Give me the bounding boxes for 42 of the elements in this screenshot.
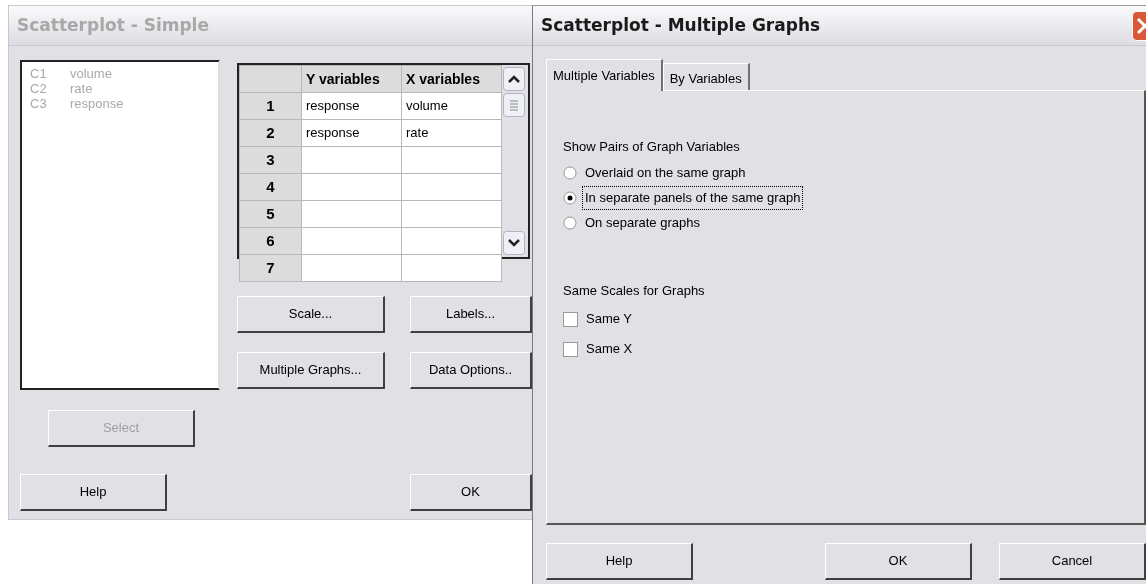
row-number: 2 [239, 119, 302, 147]
checkbox[interactable] [563, 341, 578, 357]
ok-button[interactable]: OK [825, 543, 972, 580]
tab[interactable]: Multiple Variables [546, 59, 663, 91]
option-label[interactable]: Same X [584, 338, 635, 360]
labels-button[interactable]: Labels... [410, 296, 532, 333]
radio-button[interactable] [563, 216, 577, 230]
cancel-button[interactable]: Cancel [999, 543, 1146, 580]
option-label[interactable]: Overlaid on the same graph [583, 162, 748, 184]
row-number: 5 [239, 200, 302, 228]
close-button[interactable] [1132, 10, 1146, 41]
window-title: Scatterplot - Simple [17, 13, 209, 37]
scroll-up-icon[interactable] [503, 67, 525, 91]
ok-button[interactable]: OK [410, 474, 532, 511]
table-cell[interactable]: response [301, 92, 402, 120]
row-number: 6 [239, 227, 302, 255]
help-button[interactable]: Help [20, 474, 167, 511]
tab[interactable]: By Variables [662, 63, 750, 90]
row-number: 7 [239, 254, 302, 282]
multiple-graphs-button[interactable]: Multiple Graphs... [237, 352, 385, 389]
scale-button[interactable]: Scale... [237, 296, 385, 333]
option-label[interactable]: In separate panels of the same graph [583, 187, 803, 209]
table-cell[interactable]: volume [401, 92, 502, 120]
row-number: 1 [239, 92, 302, 120]
data-options-button[interactable]: Data Options.. [410, 352, 532, 389]
column-header: Y variables [301, 65, 402, 93]
radio-button[interactable] [563, 166, 577, 180]
window-title: Scatterplot - Multiple Graphs [541, 13, 821, 37]
row-number: 4 [239, 173, 302, 201]
checkbox[interactable] [563, 311, 578, 327]
option-label[interactable]: On separate graphs [583, 212, 702, 234]
option-label[interactable]: Same Y [584, 308, 634, 330]
table-cell[interactable]: rate [401, 119, 502, 147]
row-number: 3 [239, 146, 302, 174]
column-header: X variables [401, 65, 502, 93]
table-cell[interactable]: response [301, 119, 402, 147]
scroll-thumb-icon[interactable] [503, 93, 525, 117]
radio-button[interactable] [563, 191, 577, 205]
help-button[interactable]: Help [546, 543, 693, 580]
scroll-down-icon[interactable] [503, 231, 525, 255]
section-heading: Show Pairs of Graph Variables [563, 138, 741, 156]
section-heading: Same Scales for Graphs [563, 281, 706, 300]
